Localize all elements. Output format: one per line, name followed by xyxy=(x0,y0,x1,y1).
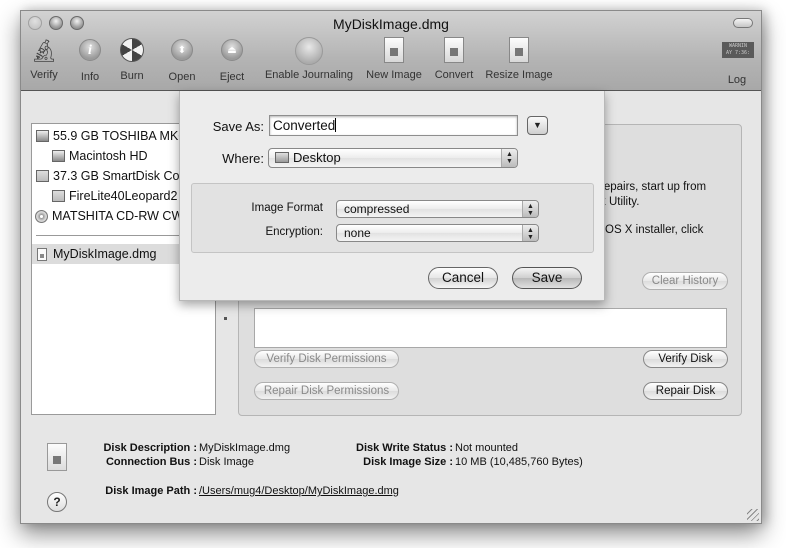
volume-label: Macintosh HD xyxy=(69,149,148,163)
toolbar-label: Burn xyxy=(120,70,144,82)
log-icon-text: WARNIN AY 7:36: xyxy=(722,42,754,58)
repair-disk-permissions-button[interactable]: Repair Disk Permissions xyxy=(254,382,399,400)
help-button[interactable]: ? xyxy=(47,492,67,512)
toolbar-label: Eject xyxy=(219,71,245,83)
info-value: 10 MB (10,485,760 Bytes) xyxy=(455,456,583,468)
toolbar-open-button[interactable]: ⬍ Open xyxy=(165,35,199,83)
toolbar-label: New Image xyxy=(366,69,422,81)
volume-icon xyxy=(52,150,65,162)
where-popup[interactable]: Desktop ▲ ▼ xyxy=(268,148,518,168)
toolbar-label: Resize Image xyxy=(485,69,553,81)
save-as-label: Save As: xyxy=(212,119,264,134)
journaling-icon xyxy=(294,37,324,67)
convert-icon xyxy=(439,37,469,67)
info-value: MyDiskImage.dmg xyxy=(199,442,291,454)
encryption-value: none xyxy=(344,226,371,240)
save-as-value: Converted xyxy=(273,118,336,133)
disk-description-row: Disk Description : MyDiskImage.dmg xyxy=(81,442,290,454)
toolbar: 🔬︎ Verify i Info Burn ⬍ Open ⏏ Eject Ena… xyxy=(21,35,761,89)
log-icon: WARNIN AY 7:36: xyxy=(722,42,754,72)
popup-arrows-icon: ▲ ▼ xyxy=(501,149,517,167)
encryption-label: Encryption: xyxy=(265,226,323,238)
info-label: Disk Image Size : xyxy=(363,456,453,468)
toolbar-label: Info xyxy=(80,71,100,83)
info-label: Connection Bus : xyxy=(105,456,197,468)
where-label: Where: xyxy=(222,151,264,166)
save-sheet: Save As: Converted ▼ Where: Desktop ▲ ▼ I… xyxy=(179,91,605,301)
image-size-row: Disk Image Size :10 MB (10,485,760 Bytes… xyxy=(331,456,583,468)
where-value: Desktop xyxy=(293,150,341,165)
image-path-link[interactable]: /Users/mug4/Desktop/MyDiskImage.dmg xyxy=(199,485,399,497)
info-icon: i xyxy=(75,39,105,69)
clear-history-button[interactable]: Clear History xyxy=(642,272,728,290)
new-image-icon xyxy=(379,37,409,67)
triangle-down-icon: ▼ xyxy=(533,120,542,130)
toolbar-verify-button[interactable]: 🔬︎ Verify xyxy=(27,35,61,81)
volume-label: FireLite40Leopard2 xyxy=(69,189,178,203)
external-volume-icon xyxy=(52,190,65,202)
popup-arrows-icon: ▲ ▼ xyxy=(522,201,538,217)
toolbar-new-image-button[interactable]: New Image xyxy=(361,35,427,81)
image-options-box: Image Format compressed ▲ ▼ Encryption: n… xyxy=(191,183,594,253)
microscope-icon: 🔬︎ xyxy=(30,38,58,63)
toolbar-resize-image-button[interactable]: Resize Image xyxy=(483,35,555,81)
info-label: Disk Image Path : xyxy=(105,485,197,497)
verify-disk-button[interactable]: Verify Disk xyxy=(643,350,728,368)
window-title: MyDiskImage.dmg xyxy=(333,16,449,32)
split-view-handle[interactable] xyxy=(224,317,227,320)
instruction-text: OS X installer, click xyxy=(605,224,704,236)
device-label: 37.3 GB SmartDisk Co xyxy=(53,169,180,183)
expand-browser-button[interactable]: ▼ xyxy=(527,116,548,135)
verify-disk-permissions-button[interactable]: Verify Disk Permissions xyxy=(254,350,399,368)
device-label: MATSHITA CD-RW CW xyxy=(52,209,184,223)
instruction-text: k Utility. xyxy=(600,196,640,208)
encryption-popup[interactable]: none ▲ ▼ xyxy=(336,224,539,242)
burn-icon xyxy=(117,38,147,68)
text-caret xyxy=(335,118,337,132)
eject-icon: ⏏ xyxy=(217,39,247,69)
toolbar-label: Enable Journaling xyxy=(264,69,354,81)
toolbar-label: Convert xyxy=(434,69,474,81)
info-label: Disk Description : xyxy=(103,442,197,454)
toolbar-info-button[interactable]: i Info xyxy=(71,35,109,83)
device-label: 55.9 GB TOSHIBA MK6 xyxy=(53,129,186,143)
instruction-text: repairs, start up from xyxy=(600,181,707,193)
internal-disk-icon xyxy=(36,130,49,142)
resize-image-icon xyxy=(504,37,534,67)
disk-image-icon xyxy=(47,443,67,471)
cancel-button[interactable]: Cancel xyxy=(428,267,498,289)
toolbar-burn-button[interactable]: Burn xyxy=(115,35,149,82)
save-as-field[interactable]: Converted xyxy=(269,115,518,136)
toolbar-convert-button[interactable]: Convert xyxy=(429,35,479,81)
toolbar-toggle-button[interactable] xyxy=(733,18,753,28)
popup-arrows-icon: ▲ ▼ xyxy=(522,225,538,241)
toolbar-enable-journaling-button[interactable]: Enable Journaling xyxy=(259,35,359,81)
cd-icon xyxy=(35,209,48,223)
image-format-popup[interactable]: compressed ▲ ▼ xyxy=(336,200,539,218)
image-path-row: Disk Image Path :/Users/mug4/Desktop/MyD… xyxy=(81,485,399,497)
toolbar-label: Verify xyxy=(30,69,58,81)
open-icon: ⬍ xyxy=(167,39,197,69)
image-format-label: Image Format xyxy=(251,202,323,214)
title-bar: MyDiskImage.dmg 🔬︎ Verify i Info Burn ⬍ … xyxy=(21,11,761,91)
image-format-value: compressed xyxy=(344,202,410,216)
external-disk-icon xyxy=(36,170,49,182)
repair-disk-button[interactable]: Repair Disk xyxy=(643,382,728,400)
toolbar-label: Log xyxy=(727,74,747,86)
toolbar-eject-button[interactable]: ⏏ Eject xyxy=(215,35,249,83)
resize-grip[interactable] xyxy=(747,509,759,521)
history-log-area[interactable] xyxy=(254,308,727,348)
disk-image-icon xyxy=(37,247,47,261)
info-label: Disk Write Status : xyxy=(356,442,453,454)
toolbar-log-button[interactable]: WARNIN AY 7:36: Log xyxy=(719,35,755,86)
toolbar-label: Open xyxy=(168,71,196,83)
info-value: Not mounted xyxy=(455,442,518,454)
disk-image-label: MyDiskImage.dmg xyxy=(53,247,157,261)
disk-utility-window: MyDiskImage.dmg 🔬︎ Verify i Info Burn ⬍ … xyxy=(20,10,762,524)
connection-bus-row: Connection Bus : Disk Image xyxy=(81,456,254,468)
folder-icon xyxy=(275,152,289,163)
info-value: Disk Image xyxy=(199,456,255,468)
save-button[interactable]: Save xyxy=(512,267,582,289)
write-status-row: Disk Write Status : Not mounted xyxy=(331,442,518,454)
